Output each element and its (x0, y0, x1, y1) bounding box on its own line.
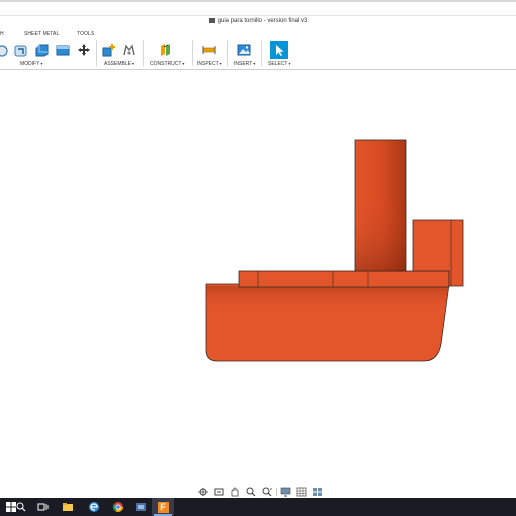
zoom-icon (246, 487, 256, 497)
folder-icon (136, 503, 146, 511)
modeling-canvas[interactable] (0, 70, 516, 484)
task-view-icon (37, 503, 49, 511)
caret-down-icon: ▾ (288, 61, 291, 66)
model-top-plate[interactable] (238, 270, 450, 288)
tab-tools[interactable]: TOOLS (77, 31, 94, 37)
display-settings-icon (280, 487, 291, 497)
zoom-button[interactable] (244, 487, 258, 497)
zoom-window-button[interactable] (260, 487, 274, 497)
shell-icon[interactable] (56, 43, 70, 57)
toolbar-ribbon: H SHEET METAL TOOLS MODIFY▾ ASSEMBLE▾ CO… (0, 28, 516, 70)
group-separator (261, 40, 262, 66)
group-separator (143, 40, 144, 66)
nav-separator (276, 488, 277, 496)
group-select-label: SELECT (268, 61, 288, 67)
pan-icon (231, 487, 239, 497)
chamfer-icon[interactable] (35, 43, 49, 57)
taskbar-app-explorer[interactable] (57, 498, 79, 516)
group-separator (227, 40, 228, 66)
window-top-strip (0, 0, 516, 2)
viewports-icon (313, 488, 322, 496)
edge-icon (89, 502, 99, 512)
zoom-window-icon (262, 487, 272, 497)
look-at-button[interactable] (212, 487, 226, 497)
grid-icon (296, 487, 307, 497)
new-component-icon[interactable] (102, 43, 116, 57)
chrome-icon (112, 502, 123, 512)
taskbar-app-edge[interactable] (83, 498, 105, 516)
model-cylinder-shadow (355, 200, 406, 271)
group-modify[interactable]: MODIFY▾ (20, 61, 42, 67)
group-separator (96, 40, 97, 66)
tab-sheet-metal[interactable]: SHEET METAL (24, 31, 59, 37)
document-title-text: guia para tornillo - version final v3 (217, 18, 308, 24)
group-assemble-label: ASSEMBLE (104, 61, 131, 67)
taskbar-app-fusion[interactable]: F (152, 498, 174, 516)
group-assemble[interactable]: ASSEMBLE▾ (104, 61, 134, 67)
task-view-button[interactable] (32, 498, 54, 516)
model-base-shadow (206, 286, 449, 361)
taskbar-app-chrome[interactable] (107, 498, 129, 516)
measure-icon[interactable] (202, 43, 216, 57)
group-insert-label: INSERT (234, 61, 253, 67)
caret-down-icon: ▾ (40, 61, 43, 66)
model-view[interactable] (0, 70, 516, 484)
orbit-button[interactable] (196, 487, 210, 497)
document-title: guia para tornillo - version final v3 (0, 18, 516, 24)
pan-button[interactable] (228, 487, 242, 497)
file-explorer-icon (63, 503, 73, 511)
press-pull-icon[interactable] (0, 43, 9, 57)
fusion-360-icon: F (157, 501, 169, 513)
joint-icon[interactable] (122, 43, 136, 57)
display-settings-button[interactable] (279, 487, 293, 497)
viewports-button[interactable] (311, 487, 325, 497)
group-construct-label: CONSTRUCT (150, 61, 182, 67)
window-title-bar (0, 0, 516, 16)
taskbar-app-folder[interactable] (130, 498, 152, 516)
select-icon[interactable] (270, 41, 288, 59)
grid-settings-button[interactable] (295, 487, 309, 497)
taskbar-search[interactable] (10, 498, 32, 516)
windows-taskbar: F (0, 498, 516, 516)
group-insert[interactable]: INSERT▾ (234, 61, 255, 67)
document-icon (208, 18, 215, 23)
caret-down-icon: ▾ (182, 61, 185, 66)
group-select[interactable]: SELECT▾ (268, 61, 290, 67)
group-inspect-label: INSPECT (197, 61, 219, 67)
caret-down-icon: ▾ (219, 61, 222, 66)
offset-plane-icon[interactable] (159, 43, 173, 57)
navigation-toolbar (196, 486, 325, 498)
group-construct[interactable]: CONSTRUCT▾ (150, 61, 184, 67)
insert-image-icon[interactable] (237, 43, 251, 57)
group-modify-label: MODIFY (20, 61, 40, 67)
search-icon (16, 502, 26, 512)
orbit-icon (198, 488, 208, 496)
move-icon[interactable] (77, 43, 91, 57)
group-separator (192, 40, 193, 66)
group-inspect[interactable]: INSPECT▾ (197, 61, 222, 67)
caret-down-icon: ▾ (131, 61, 134, 66)
look-at-icon (214, 488, 224, 496)
fillet-icon[interactable] (14, 43, 28, 57)
caret-down-icon: ▾ (253, 61, 256, 66)
tab-solid[interactable]: H (0, 31, 4, 37)
